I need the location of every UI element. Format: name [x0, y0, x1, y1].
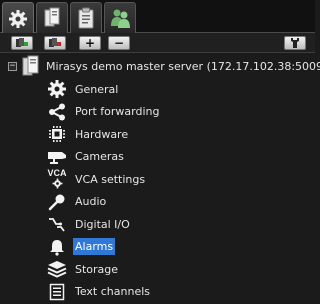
vca-icon: VCA	[47, 169, 67, 189]
gear-icon	[47, 79, 67, 99]
tree-item-digital-io[interactable]: Digital I/O	[47, 213, 132, 235]
clipboard-icon	[78, 7, 94, 29]
server-remove-icon	[49, 38, 61, 47]
tree-item-general[interactable]: General	[47, 78, 120, 100]
tree-item-label: Text channels	[75, 285, 151, 298]
tree-item-cameras[interactable]: Cameras	[47, 146, 126, 168]
collapse-toggle[interactable]: −	[8, 61, 17, 71]
tab-users[interactable]	[104, 2, 136, 33]
tree-item-label: Audio	[75, 195, 107, 208]
tree-item-audio[interactable]: Audio	[47, 191, 108, 213]
remove-server-button[interactable]	[44, 36, 66, 50]
tree-root-server[interactable]: − Mirasys demo master server (172.17.102…	[8, 54, 320, 78]
layers-icon	[47, 259, 67, 279]
tab-reports[interactable]	[70, 2, 102, 33]
tree-item-alarms[interactable]: Alarms	[47, 236, 116, 258]
share-icon	[47, 102, 67, 122]
add-button[interactable]: +	[79, 36, 101, 50]
users-icon	[111, 9, 130, 28]
tree-item-hardware[interactable]: Hardware	[47, 123, 130, 145]
tree-item-text-channels[interactable]: Text channels	[47, 281, 152, 303]
bell-icon	[47, 237, 67, 257]
tree-item-label: Alarms	[73, 238, 116, 255]
tree-item-port-forwarding[interactable]: Port forwarding	[47, 101, 162, 123]
server-icon	[44, 7, 60, 27]
tree-item-label: Storage	[75, 262, 119, 276]
add-server-button[interactable]	[11, 36, 33, 50]
tree-item-label: Digital I/O	[75, 217, 130, 231]
settings-tree: − Mirasys demo master server (172.17.102…	[0, 54, 320, 304]
tools-button[interactable]	[284, 36, 306, 50]
tab-bar	[0, 0, 315, 34]
toolbar: + −	[0, 33, 315, 53]
remove-button[interactable]: −	[108, 36, 130, 50]
camera-icon	[47, 147, 67, 167]
tree-item-label: Hardware	[75, 127, 129, 141]
tree-root-label: Mirasys demo master server (172.17.102.3…	[46, 59, 320, 73]
gear-icon	[9, 9, 27, 28]
tree-item-label: VCA settings	[75, 172, 146, 186]
tab-devices[interactable]	[36, 2, 68, 33]
tree-item-storage[interactable]: Storage	[47, 258, 120, 280]
server-add-icon	[16, 38, 28, 47]
tree-item-label: Port forwarding	[75, 105, 160, 118]
microphone-icon	[47, 192, 67, 212]
chip-icon	[47, 124, 67, 144]
digital-io-icon	[47, 214, 67, 234]
tree-item-vca-settings[interactable]: VCA VCA settings	[47, 168, 147, 190]
plus-icon: +	[84, 36, 96, 50]
tree-item-label: General	[75, 82, 119, 96]
wrench-icon	[291, 38, 299, 48]
tab-settings[interactable]	[2, 2, 34, 34]
tree-item-label: Cameras	[75, 150, 124, 163]
minus-icon: −	[113, 36, 125, 50]
text-channel-icon	[47, 282, 67, 302]
server-icon	[22, 55, 40, 77]
